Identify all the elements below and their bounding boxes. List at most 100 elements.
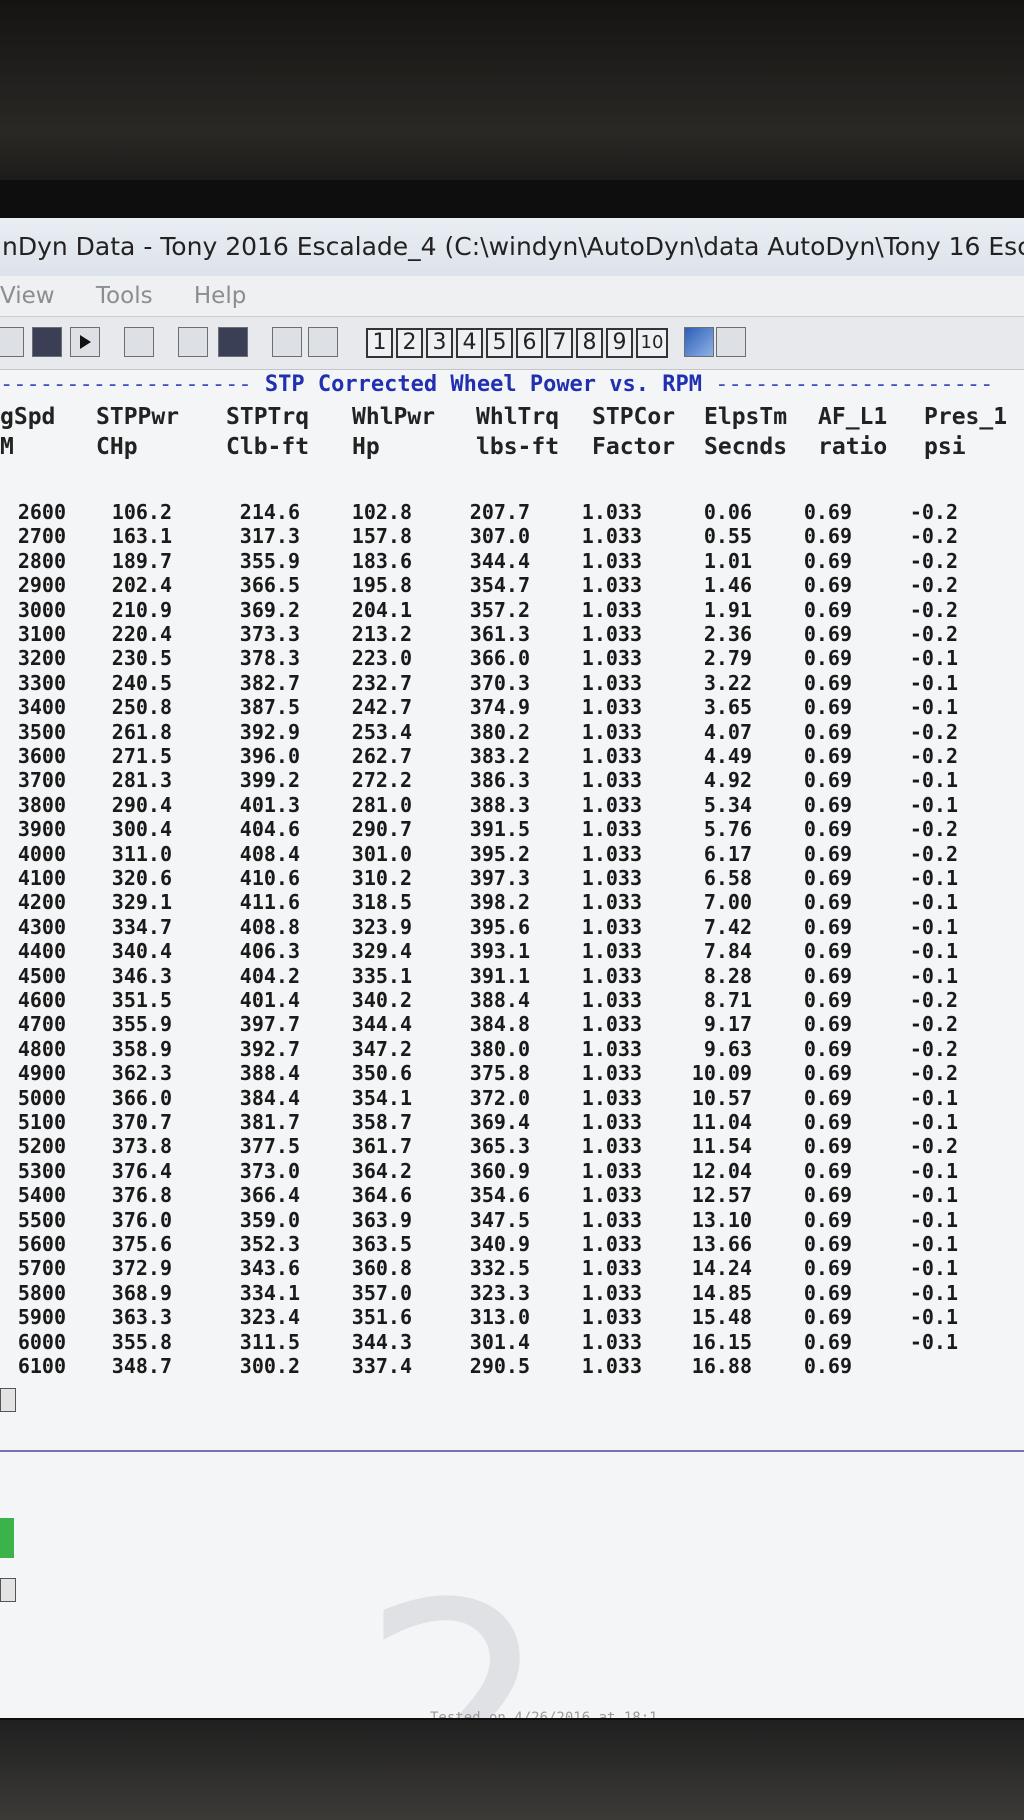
menu-help[interactable]: Help <box>194 276 246 316</box>
table-cell: 377.5 <box>239 1134 300 1159</box>
table-row[interactable]: 4300 334.7 408.8 323.9 395.6 1.033 7.42 0.69 -0.… <box>0 915 1024 939</box>
open-file-icon[interactable] <box>0 327 24 357</box>
table-cell: 13.10 <box>691 1207 752 1232</box>
table-row[interactable]: 5200 373.8 377.5 361.7 365.3 1.033 11.54 0.69 -0… <box>0 1134 1024 1158</box>
table-row[interactable]: 2700 163.1 317.3 157.8 307.0 1.033 0.55 0.69 -0.… <box>0 524 1024 548</box>
menu-view[interactable]: View <box>0 276 55 316</box>
table-cell: 1.033 <box>581 1085 642 1110</box>
window-titlebar[interactable]: nDyn Data - Tony 2016 Escalade_4 (C:\win… <box>0 218 1024 277</box>
notes-icon[interactable] <box>308 327 338 357</box>
table-row[interactable]: 5800 368.9 334.1 357.0 323.3 1.033 14.85 0.69 -0… <box>0 1281 1024 1305</box>
table-cell: 14.24 <box>691 1256 752 1281</box>
table-row[interactable]: 2600 106.2 214.6 102.8 207.7 1.033 0.06 0.69 -0.… <box>0 500 1024 524</box>
table-row[interactable]: 4500 346.3 404.2 335.1 391.1 1.033 8.28 0.69 -0.… <box>0 964 1024 988</box>
table-cell: 13.66 <box>691 1232 752 1256</box>
table-row[interactable]: 3700 281.3 399.2 272.2 386.3 1.033 4.92 0.69 -0.… <box>0 768 1024 792</box>
edit-icon[interactable] <box>218 327 248 357</box>
table-row[interactable]: 3600 271.5 396.0 262.7 383.2 1.033 4.49 0.69 -0.… <box>0 744 1024 768</box>
run-button-1[interactable]: 1 <box>366 328 393 358</box>
table-row[interactable]: 3200 230.5 378.3 223.0 366.0 1.033 2.79 0.69 -0.… <box>0 646 1024 670</box>
table-cell: -0.1 <box>909 1256 958 1281</box>
table-cell: 0.69 <box>803 1305 852 1330</box>
table-cell: 370.3 <box>469 670 530 695</box>
table-row[interactable]: 3400 250.8 387.5 242.7 374.9 1.033 3.65 0.69 -0.… <box>0 695 1024 719</box>
table-row[interactable]: 3500 261.8 392.9 253.4 380.2 1.033 4.07 0.69 -0.… <box>0 720 1024 744</box>
table-row[interactable]: 6100 348.7 300.2 337.4 290.5 1.033 16.88 0.69 <box>0 1354 1024 1378</box>
table-cell: 347.5 <box>469 1207 530 1232</box>
table-cell: 370.7 <box>111 1110 172 1134</box>
rail-box[interactable] <box>0 1388 16 1412</box>
run-button-4[interactable]: 4 <box>456 328 483 358</box>
table-row[interactable]: 3000 210.9 369.2 204.1 357.2 1.033 1.91 0.69 -0.… <box>0 598 1024 622</box>
report-title-line: ------------------- STP Corrected Wheel … <box>0 372 1024 397</box>
table-cell: 376.0 <box>111 1207 172 1232</box>
table-cell: 3500 <box>17 719 66 744</box>
table-cell: 354.6 <box>469 1183 530 1208</box>
table-row[interactable]: 5600 375.6 352.3 363.5 340.9 1.033 13.66 0.69 -0… <box>0 1232 1024 1256</box>
table-cell: 360.8 <box>351 1256 412 1281</box>
wave-icon[interactable] <box>684 327 714 357</box>
table-row[interactable]: 5300 376.4 373.0 364.2 360.9 1.033 12.04 0.69 -0… <box>0 1159 1024 1183</box>
table-cell: 382.7 <box>239 670 300 695</box>
table-row[interactable]: 3900 300.4 404.6 290.7 391.5 1.033 5.76 0.69 -0.… <box>0 817 1024 841</box>
table-cell: 351.6 <box>351 1305 412 1330</box>
table-cell: 253.4 <box>351 719 412 744</box>
run-button-6[interactable]: 6 <box>516 328 543 358</box>
table-row[interactable]: 4400 340.4 406.3 329.4 393.1 1.033 7.84 0.69 -0.… <box>0 939 1024 963</box>
table-cell: 3.22 <box>703 670 752 695</box>
play-icon[interactable] <box>70 327 100 357</box>
run-button-9[interactable]: 9 <box>606 328 633 358</box>
column-name: WhlTrq <box>476 404 560 430</box>
run-button-8[interactable]: 8 <box>576 328 603 358</box>
table-row[interactable]: 3800 290.4 401.3 281.0 388.3 1.033 5.34 0.69 -0.… <box>0 793 1024 817</box>
table-row[interactable]: 5100 370.7 381.7 358.7 369.4 1.033 11.04 0.69 -0… <box>0 1110 1024 1134</box>
table-cell: 388.3 <box>469 792 530 817</box>
run-button-5[interactable]: 5 <box>486 328 513 358</box>
table-row[interactable]: 4000 311.0 408.4 301.0 395.2 1.033 6.17 0.69 -0.… <box>0 842 1024 866</box>
run-button-3[interactable]: 3 <box>426 328 453 358</box>
table-row[interactable]: 6000 355.8 311.5 344.3 301.4 1.033 16.15 0.69 -0… <box>0 1330 1024 1354</box>
table-cell: 261.8 <box>111 719 172 744</box>
table-cell: 359.0 <box>239 1207 300 1232</box>
table-cell: 1.033 <box>581 500 642 524</box>
table-cell: 362.3 <box>111 1061 172 1086</box>
table-cell: 310.2 <box>351 866 412 890</box>
list-icon[interactable] <box>272 327 302 357</box>
table-row[interactable]: 5700 372.9 343.6 360.8 332.5 1.033 14.24 0.69 -0… <box>0 1256 1024 1280</box>
table-cell: 366.0 <box>469 646 530 671</box>
table-cell: 157.8 <box>351 524 412 549</box>
table-row[interactable]: 3300 240.5 382.7 232.7 370.3 1.033 3.22 0.69 -0.… <box>0 671 1024 695</box>
table-cell: 358.7 <box>351 1110 412 1134</box>
table-row[interactable]: 3100 220.4 373.3 213.2 361.3 1.033 2.36 0.69 -0.… <box>0 622 1024 646</box>
table-cell: 195.8 <box>351 573 412 598</box>
table-row[interactable]: 4900 362.3 388.4 350.6 375.8 1.033 10.09 0.69 -0… <box>0 1061 1024 1085</box>
print-icon[interactable] <box>124 327 154 357</box>
table-row[interactable]: 4600 351.5 401.4 340.2 388.4 1.033 8.71 0.69 -0.… <box>0 988 1024 1012</box>
table-row[interactable]: 5900 363.3 323.4 351.6 313.0 1.033 15.48 0.69 -0… <box>0 1305 1024 1329</box>
table-row[interactable]: 4100 320.6 410.6 310.2 397.3 1.033 6.58 0.69 -0.… <box>0 866 1024 890</box>
table-row[interactable]: 2800 189.7 355.9 183.6 344.4 1.033 1.01 0.69 -0.… <box>0 549 1024 573</box>
run-button-10[interactable]: 10 <box>636 328 668 358</box>
table-cell: 1.033 <box>581 817 642 842</box>
table-cell: 106.2 <box>111 500 172 524</box>
menu-tools[interactable]: Tools <box>96 276 153 316</box>
table-row[interactable]: 2900 202.4 366.5 195.8 354.7 1.033 1.46 0.69 -0.… <box>0 573 1024 597</box>
table-cell: 300.4 <box>111 817 172 842</box>
graph-icon[interactable] <box>178 327 208 357</box>
run-button-7[interactable]: 7 <box>546 328 573 358</box>
run-button-2[interactable]: 2 <box>396 328 423 358</box>
table-row[interactable]: 4800 358.9 392.7 347.2 380.0 1.033 9.63 0.69 -0.… <box>0 1037 1024 1061</box>
table-row[interactable]: 5400 376.8 366.4 364.6 354.6 1.033 12.57 0.69 -0… <box>0 1183 1024 1207</box>
rail-box-t[interactable] <box>0 1578 16 1602</box>
table-cell: 355.9 <box>111 1012 172 1037</box>
save-icon[interactable] <box>32 327 62 357</box>
table-row[interactable]: 5500 376.0 359.0 363.9 347.5 1.033 13.10 0.69 -0… <box>0 1208 1024 1232</box>
table-row[interactable]: 5000 366.0 384.4 354.1 372.0 1.033 10.57 0.69 -0… <box>0 1086 1024 1110</box>
table-cell: -0.2 <box>909 1012 958 1037</box>
tag-icon[interactable] <box>716 327 746 357</box>
table-cell: 383.2 <box>469 744 530 768</box>
table-cell: 396.0 <box>239 744 300 768</box>
table-cell: -0.1 <box>909 1232 958 1256</box>
table-row[interactable]: 4200 329.1 411.6 318.5 398.2 1.033 7.00 0.69 -0.… <box>0 890 1024 914</box>
table-row[interactable]: 4700 355.9 397.7 344.4 384.8 1.033 9.17 0.69 -0.… <box>0 1012 1024 1036</box>
